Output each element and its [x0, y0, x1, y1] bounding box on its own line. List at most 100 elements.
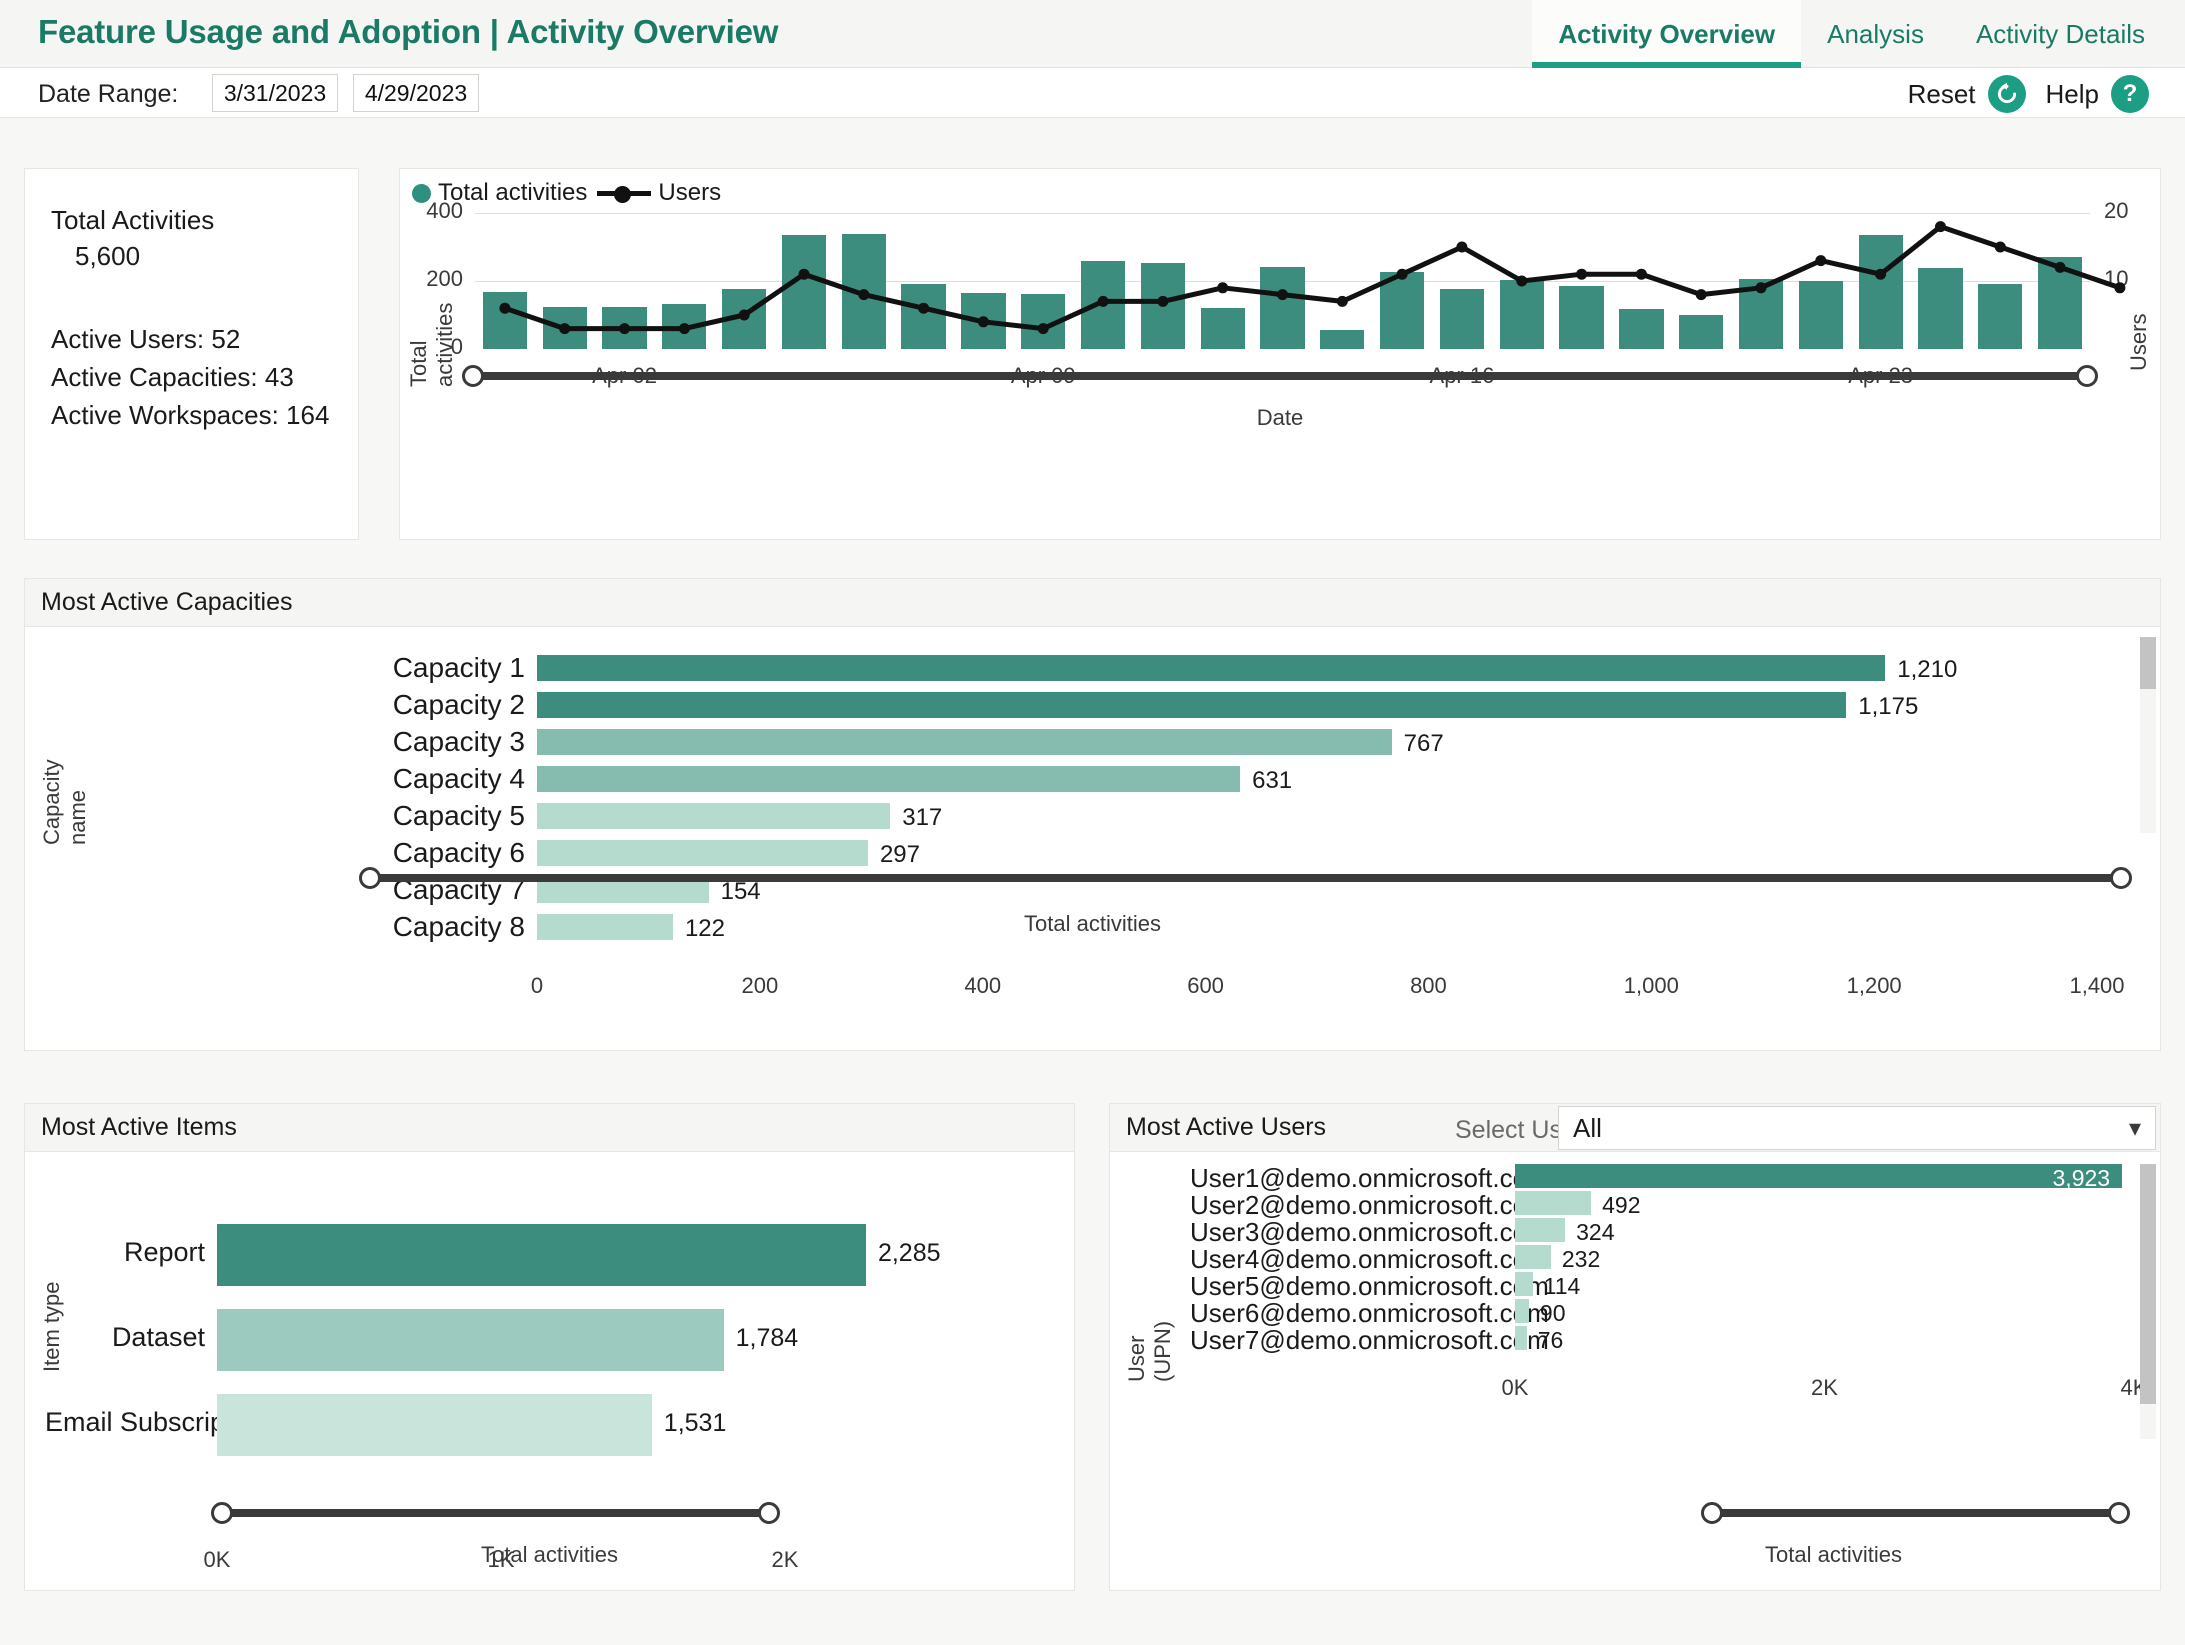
timeline-bar — [1499, 279, 1544, 349]
item-value: 2,285 — [877, 1239, 941, 1267]
capacities-scrollbar[interactable] — [2140, 637, 2156, 833]
timeline-bar — [1858, 234, 1903, 349]
users-scrollbar[interactable] — [2140, 1164, 2156, 1439]
slider-handle-left[interactable] — [1701, 1502, 1723, 1524]
capacity-label: Capacity 3 — [392, 726, 525, 757]
capacity-value: 631 — [1252, 767, 1293, 794]
timeline-ytick: 0 — [450, 334, 463, 359]
users-slider[interactable] — [1701, 1502, 2130, 1524]
capacity-value: 767 — [1403, 730, 1444, 757]
page-title: Feature Usage and Adoption | Activity Ov… — [38, 13, 779, 50]
capacity-label: Capacity 2 — [392, 689, 525, 720]
capacity-bar — [537, 803, 891, 829]
timeline-bar — [1379, 272, 1425, 349]
timeline-bar — [482, 291, 528, 349]
title-bar: Feature Usage and Adoption | Activity Ov… — [0, 0, 2185, 68]
reset-circular-arrow-icon — [1987, 75, 2026, 113]
capacity-value: 122 — [684, 915, 725, 942]
capacities-slider[interactable] — [359, 867, 2132, 889]
timeline-bar — [1200, 308, 1245, 349]
user-value: 90 — [1539, 1300, 1566, 1326]
slider-handle-right[interactable] — [2076, 365, 2098, 387]
timeline-bar — [1021, 293, 1066, 349]
capacities-xtick: 400 — [964, 973, 1002, 998]
slider-handle-left[interactable] — [211, 1502, 233, 1524]
timeline-bar — [1798, 280, 1843, 349]
timeline-bar — [781, 234, 827, 349]
capacity-label: Capacity 8 — [392, 911, 525, 942]
capacity-value: 297 — [879, 841, 920, 868]
summary-card: Total Activities 5,600 Active Users: 52 … — [24, 168, 359, 540]
capacity-bar — [537, 655, 1886, 681]
timeline-bar — [542, 306, 587, 349]
tab-analysis[interactable]: Analysis — [1801, 0, 1950, 68]
item-label: Dataset — [111, 1322, 205, 1352]
slider-handle-right[interactable] — [2108, 1502, 2130, 1524]
capacities-xtick: 200 — [741, 973, 779, 998]
most-active-users-card: Most Active Users Select User: All ▾ Use… — [1109, 1103, 2161, 1591]
header-actions: Reset Help ? — [1908, 75, 2149, 113]
user-bar — [1515, 1326, 1527, 1350]
user-value: 492 — [1602, 1192, 1641, 1218]
capacity-label: Capacity 1 — [392, 652, 525, 683]
items-xtick: 0K — [203, 1547, 231, 1572]
slider-handle-right[interactable] — [2110, 867, 2132, 889]
date-to-input[interactable] — [353, 74, 479, 112]
capacities-xtick: 1,400 — [2069, 973, 2125, 998]
items-slider[interactable] — [211, 1502, 780, 1524]
timeline-bar — [2037, 256, 2083, 349]
item-bar — [217, 1394, 652, 1456]
capacity-bar — [537, 729, 1392, 755]
capacity-label: Capacity 6 — [392, 837, 525, 868]
item-bar — [217, 1309, 724, 1371]
slider-track — [1712, 1509, 2119, 1517]
users-xtick: 4K — [2120, 1375, 2148, 1400]
user-bar — [1515, 1245, 1551, 1269]
timeline-bar — [1918, 267, 1963, 349]
user-value: 324 — [1576, 1219, 1615, 1245]
most-active-capacities-card: Most Active Capacities Capacity name Tot… — [24, 578, 2161, 1051]
capacities-xtick: 1,200 — [1846, 973, 1902, 998]
timeline-gridline — [475, 213, 2090, 214]
tab-activity-details[interactable]: Activity Details — [1950, 0, 2171, 68]
slider-handle-left[interactable] — [462, 365, 484, 387]
question-mark-icon: ? — [2111, 75, 2149, 113]
date-from-input[interactable] — [212, 74, 338, 112]
capacity-label: Capacity 4 — [392, 763, 525, 794]
item-value: 1,784 — [735, 1324, 799, 1352]
users-xtick: 2K — [1811, 1375, 1838, 1400]
users-scrollbar-thumb[interactable] — [2140, 1164, 2156, 1404]
help-button[interactable]: Help ? — [2046, 75, 2149, 113]
capacity-label: Capacity 5 — [392, 800, 525, 831]
items-xtick: 2K — [771, 1547, 799, 1572]
slider-track — [370, 874, 2121, 882]
slider-handle-right[interactable] — [758, 1502, 780, 1524]
capacities-xtick: 600 — [1187, 973, 1224, 998]
reset-button[interactable]: Reset — [1908, 75, 2026, 113]
reset-label: Reset — [1907, 78, 1976, 109]
activity-timeline-card: Total activities Users Total activities … — [399, 168, 2161, 540]
timeline-bar — [662, 303, 707, 349]
timeline-y2tick: 10 — [2104, 266, 2129, 291]
help-label: Help — [2045, 78, 2099, 109]
slider-handle-left[interactable] — [359, 867, 381, 889]
tab-activity-overview[interactable]: Activity Overview — [1532, 0, 1802, 68]
date-range-slider[interactable] — [462, 365, 2098, 387]
capacity-bar — [537, 766, 1241, 792]
capacity-value: 317 — [902, 804, 943, 831]
timeline-bar — [1738, 278, 1784, 349]
capacity-bar — [537, 692, 1847, 718]
tab-bar: Activity Overview Analysis Activity Deta… — [1532, 0, 2171, 68]
timeline-bar — [1260, 267, 1305, 349]
total-activities-label: Total Activities — [51, 205, 215, 235]
timeline-bar — [961, 292, 1006, 349]
active-users-stat: Active Users: 52 — [51, 324, 241, 354]
timeline-plot-area[interactable]: 02004001020Apr 02Apr 09Apr 16Apr 23 — [400, 169, 2160, 539]
capacities-xtick: 800 — [1410, 973, 1447, 998]
slider-track — [222, 1509, 769, 1517]
total-activities-value: 5,600 — [75, 241, 141, 271]
capacities-plot-area[interactable]: Capacity 1 1,210 Capacity 2 1,175 Capacity 3… — [25, 579, 2160, 1050]
item-value: 1,531 — [663, 1409, 727, 1437]
capacities-scrollbar-thumb[interactable] — [2140, 637, 2156, 689]
user-value: 114 — [1543, 1273, 1581, 1299]
